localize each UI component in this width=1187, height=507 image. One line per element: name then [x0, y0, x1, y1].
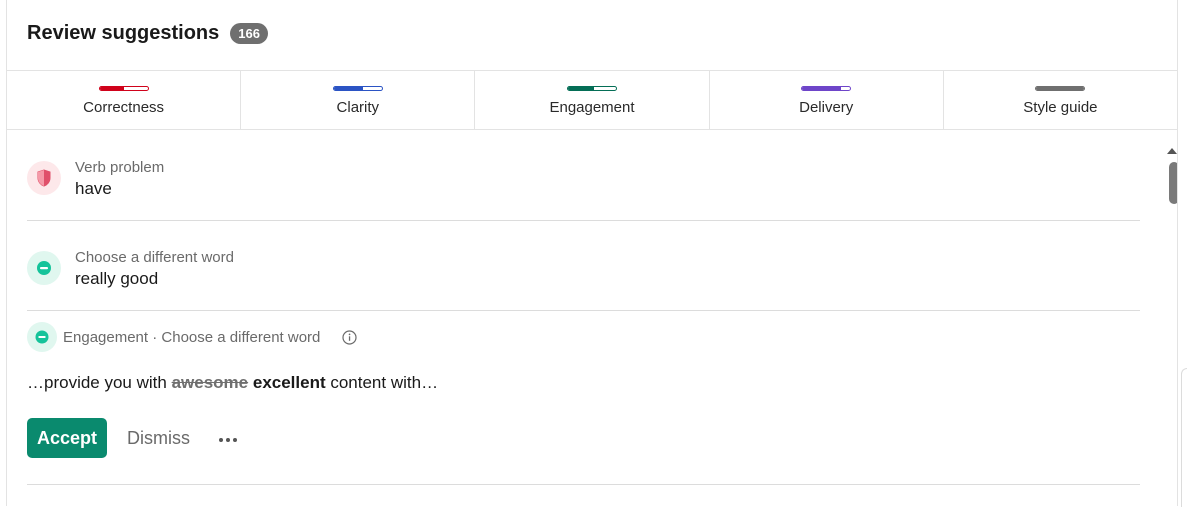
suggestion-list: Verb problem have Choose a different wor…	[27, 131, 1140, 311]
replacement-word[interactable]: excellent	[253, 373, 326, 392]
review-panel: Review suggestions 166 Correctness Clari…	[6, 0, 1178, 506]
engagement-icon	[27, 322, 57, 352]
tab-progress-bar	[1035, 86, 1086, 91]
tab-clarity[interactable]: Clarity	[241, 71, 476, 129]
adjacent-panel-edge	[1181, 368, 1187, 507]
tab-progress-bar	[332, 86, 383, 91]
scroll-thumb[interactable]	[1169, 162, 1177, 204]
tab-progress-bar	[801, 86, 852, 91]
suggestion-card[interactable]: Choose a different word really good	[27, 221, 1140, 311]
tab-progress-bar	[567, 86, 617, 91]
info-icon[interactable]	[342, 329, 357, 345]
shield-icon	[27, 161, 61, 195]
expanded-header: Engagement · Choose a different word	[27, 322, 357, 352]
more-dots-icon	[219, 437, 238, 442]
scrollbar[interactable]	[1164, 146, 1178, 506]
suggestion-category: Verb problem	[75, 159, 165, 176]
tab-label: Style guide	[1023, 99, 1098, 116]
tab-engagement[interactable]: Engagement	[475, 71, 710, 129]
sentence-after: content with…	[325, 373, 439, 392]
accept-button[interactable]: Accept	[27, 418, 108, 458]
suggestion-sentence: …provide you with awesome excellent cont…	[27, 373, 438, 393]
tab-label: Engagement	[549, 99, 635, 116]
suggestion-card[interactable]: Verb problem have	[27, 131, 1140, 221]
scroll-up-icon[interactable]	[1166, 146, 1178, 156]
dismiss-button[interactable]: Dismiss	[117, 428, 200, 449]
tab-label: Clarity	[336, 99, 380, 116]
tab-correctness[interactable]: Correctness	[7, 71, 242, 129]
suggestion-word: really good	[75, 269, 159, 288]
tab-delivery[interactable]: Delivery	[710, 71, 944, 129]
page-title: Review suggestions	[27, 22, 220, 44]
expanded-title: Engagement · Choose a different word	[63, 328, 321, 346]
removed-word: awesome	[171, 373, 249, 392]
more-options-button[interactable]	[210, 431, 246, 446]
suggestion-count-badge: 166	[230, 23, 268, 44]
expanded-suggestion-card: Engagement · Choose a different word …pr…	[27, 302, 1140, 485]
engagement-icon	[27, 251, 61, 285]
tab-label: Delivery	[799, 99, 854, 116]
tab-label: Correctness	[83, 99, 165, 116]
category-tabs: Correctness Clarity Engagement Delivery …	[7, 70, 1177, 130]
sentence-before: …provide you with	[27, 373, 172, 392]
suggestion-category: Choose a different word	[75, 249, 234, 266]
suggestion-word: have	[75, 179, 112, 198]
suggestion-actions: Accept Dismiss	[27, 418, 246, 458]
tab-progress-bar	[98, 86, 149, 91]
panel-header: Review suggestions 166	[27, 22, 268, 45]
tab-style-guide[interactable]: Style guide	[944, 71, 1177, 129]
